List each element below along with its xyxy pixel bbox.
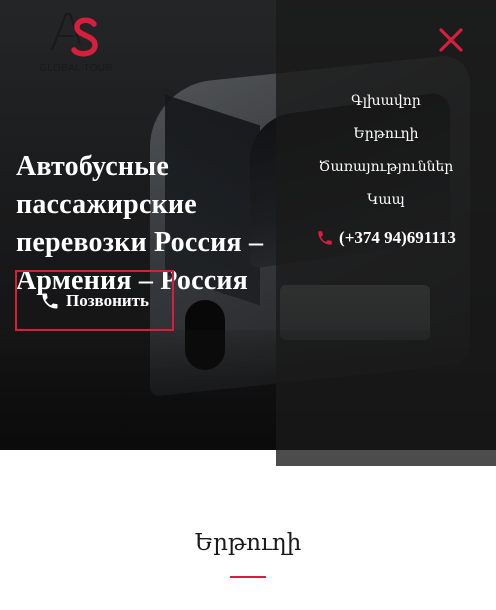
nav-item-services[interactable]: Ծառայություններ — [276, 152, 496, 185]
section-title-underline — [230, 576, 266, 578]
nav-phone-link[interactable]: (+374 94)691113 — [276, 218, 496, 258]
call-button-label: Позвонить — [65, 290, 150, 310]
logo[interactable]: GLOBAL TOUR — [26, 10, 126, 76]
call-button[interactable]: Позвонить — [15, 270, 174, 331]
logo-text: GLOBAL TOUR — [39, 63, 113, 74]
logo-mark — [50, 12, 98, 57]
nav-item-home[interactable]: Գլխավոր — [276, 86, 496, 119]
close-icon — [439, 28, 463, 52]
phone-icon — [42, 293, 58, 308]
nav-menu: Գլխավոր Երթուղի Ծառայություններ Կապ (+37… — [276, 86, 496, 258]
nav-phone-number: (+374 94)691113 — [339, 228, 456, 247]
close-button[interactable] — [436, 25, 466, 55]
nav-item-contact[interactable]: Կապ — [276, 185, 496, 218]
section-title: Երթուղի — [194, 530, 302, 556]
phone-icon — [318, 231, 332, 245]
nav-item-route[interactable]: Երթուղի — [276, 119, 496, 152]
